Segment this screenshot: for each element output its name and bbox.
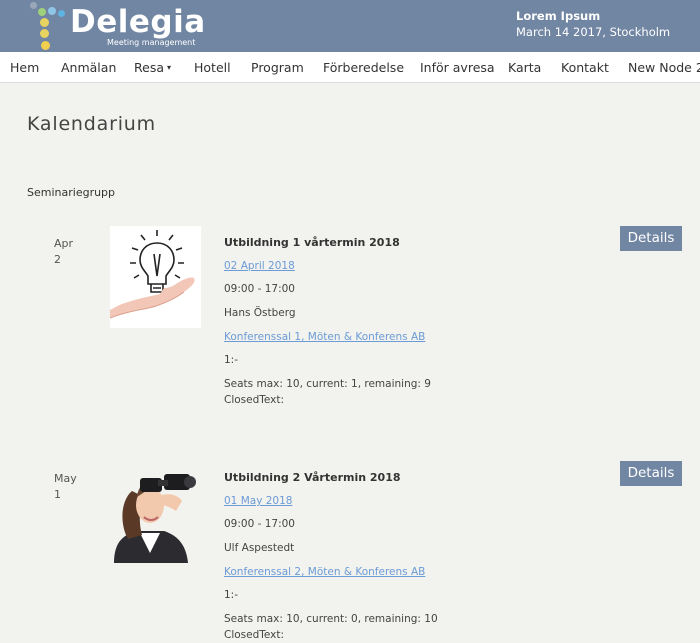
event-venue-link[interactable]: Konferenssal 1, Möten & Konferens AB: [224, 331, 604, 354]
event-closed-text: ClosedText:: [224, 629, 285, 641]
nav-item-anmalan[interactable]: Anmälan: [61, 60, 116, 75]
event-info-block: Utbildning 2 Vårtermin 2018 01 May 2018 …: [224, 471, 604, 643]
nav-item-program[interactable]: Program: [251, 60, 304, 75]
event-date-link[interactable]: 01 May 2018: [224, 495, 604, 518]
event-time: 09:00 - 17:00: [224, 283, 295, 295]
page-title: Kalendarium: [27, 113, 156, 135]
event-name: Lorem Ipsum: [516, 9, 601, 23]
nav-item-resa[interactable]: Resa ▾: [134, 60, 171, 75]
nav-item-kontakt[interactable]: Kontakt: [561, 60, 609, 75]
group-label: Seminariegrupp: [27, 186, 116, 199]
nav-item-karta[interactable]: Karta: [508, 60, 541, 75]
details-button[interactable]: Details: [620, 461, 682, 486]
logo-subtitle: Meeting management: [107, 38, 196, 47]
lightbulb-hand-icon: [110, 226, 201, 328]
event-person: Ulf Aspestedt: [224, 542, 295, 554]
logo-dots-icon: [26, 2, 70, 52]
event-month: May: [54, 472, 77, 485]
event-date: March 14 2017, Stockholm: [516, 25, 671, 39]
event-date-badge: Apr 2: [54, 236, 73, 268]
nav-item-hem[interactable]: Hem: [10, 60, 39, 75]
site-header: Delegia Meeting management Lorem Ipsum M…: [0, 0, 700, 52]
event-closed-text: ClosedText:: [224, 394, 285, 406]
event-price: 1:-: [224, 354, 239, 366]
nav-item-resa-label: Resa: [134, 60, 164, 75]
event-day: 1: [54, 488, 61, 501]
nav-item-forberedelse[interactable]: Förberedelse: [323, 60, 404, 75]
nav-item-hotell[interactable]: Hotell: [194, 60, 231, 75]
details-button[interactable]: Details: [620, 226, 682, 251]
nav-item-new-node-2[interactable]: New Node 2: [628, 60, 700, 75]
woman-binoculars-icon: [110, 461, 201, 563]
event-price: 1:-: [224, 589, 239, 601]
event-info: Lorem Ipsum March 14 2017, Stockholm: [516, 9, 670, 40]
event-title: Utbildning 2 Vårtermin 2018: [224, 471, 401, 484]
event-title: Utbildning 1 vårtermin 2018: [224, 236, 400, 249]
event-person: Hans Östberg: [224, 307, 296, 319]
event-day: 2: [54, 253, 61, 266]
event-seats: Seats max: 10, current: 1, remaining: 9: [224, 378, 431, 390]
nav-item-infor-avresa[interactable]: Inför avresa: [420, 60, 495, 75]
event-date-link[interactable]: 02 April 2018: [224, 260, 604, 283]
event-info-block: Utbildning 1 vårtermin 2018 02 April 201…: [224, 236, 604, 410]
event-date-badge: May 1: [54, 471, 77, 503]
caret-down-icon: ▾: [167, 63, 172, 72]
event-venue-link[interactable]: Konferenssal 2, Möten & Konferens AB: [224, 566, 604, 589]
logo-text[interactable]: Delegia: [70, 4, 206, 40]
main-nav: Hem Anmälan Resa ▾ Hotell Program Förbere…: [0, 52, 700, 83]
event-month: Apr: [54, 237, 74, 250]
event-seats: Seats max: 10, current: 0, remaining: 10: [224, 613, 438, 625]
event-time: 09:00 - 17:00: [224, 518, 295, 530]
